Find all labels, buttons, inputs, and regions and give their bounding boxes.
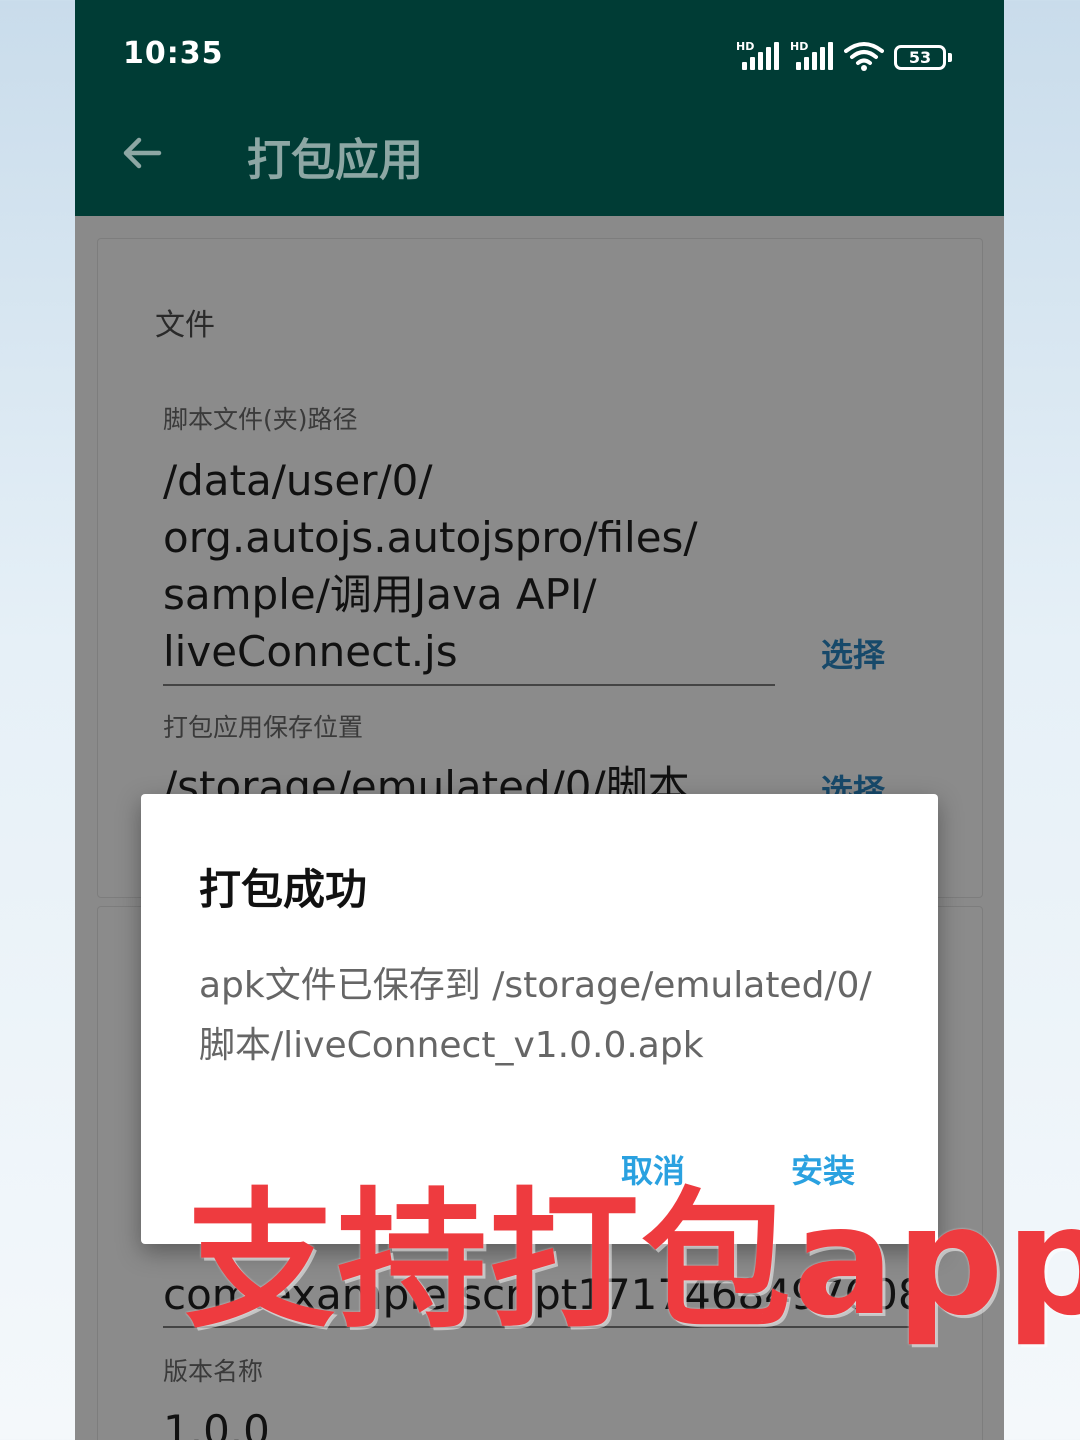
save-location-field[interactable]: /storage/emulated/0/脚本 xyxy=(163,758,690,798)
back-arrow-icon[interactable] xyxy=(117,128,167,178)
script-path-line: org.autojs.autojspro/files/ xyxy=(163,513,698,562)
script-path-line: /data/user/0/ xyxy=(163,456,433,505)
save-location-label: 打包应用保存位置 xyxy=(163,713,364,742)
script-path-line: sample/调用Java API/ xyxy=(163,570,597,619)
hd-badge: HD xyxy=(736,40,755,53)
status-time: 10:35 xyxy=(123,36,224,71)
promo-caption: 支持打包app xyxy=(185,1175,1080,1349)
dialog-message: apk文件已保存到 /storage/emulated/0/脚本/liveCon… xyxy=(199,965,872,1066)
cell-signal-icon: HD xyxy=(736,40,780,72)
version-name-field[interactable]: 1.0.0 xyxy=(163,1402,270,1440)
wifi-icon xyxy=(844,42,884,71)
battery-icon: 53 xyxy=(894,42,952,72)
hd-badge: HD xyxy=(790,40,809,53)
script-path-field[interactable]: /data/user/0/ org.autojs.autojspro/files… xyxy=(163,452,698,680)
app-bar: 打包应用 xyxy=(75,108,1004,216)
dialog-title: 打包成功 xyxy=(199,865,368,914)
battery-level: 53 xyxy=(894,45,946,70)
section-title-file: 文件 xyxy=(155,308,215,343)
choose-script-button[interactable]: 选择 xyxy=(821,630,885,676)
choose-save-location-button[interactable]: 选择 xyxy=(821,766,885,796)
version-name-label: 版本名称 xyxy=(163,1357,264,1386)
script-path-line: liveConnect.js xyxy=(163,627,458,676)
status-icons: HD HD 53 xyxy=(736,38,952,72)
script-path-label: 脚本文件(夹)路径 xyxy=(163,405,358,434)
page-title: 打包应用 xyxy=(247,135,423,186)
cell-signal-icon: HD xyxy=(790,40,834,72)
script-path-underline xyxy=(163,684,775,686)
status-bar: 10:35 HD HD 53 xyxy=(75,0,1004,108)
